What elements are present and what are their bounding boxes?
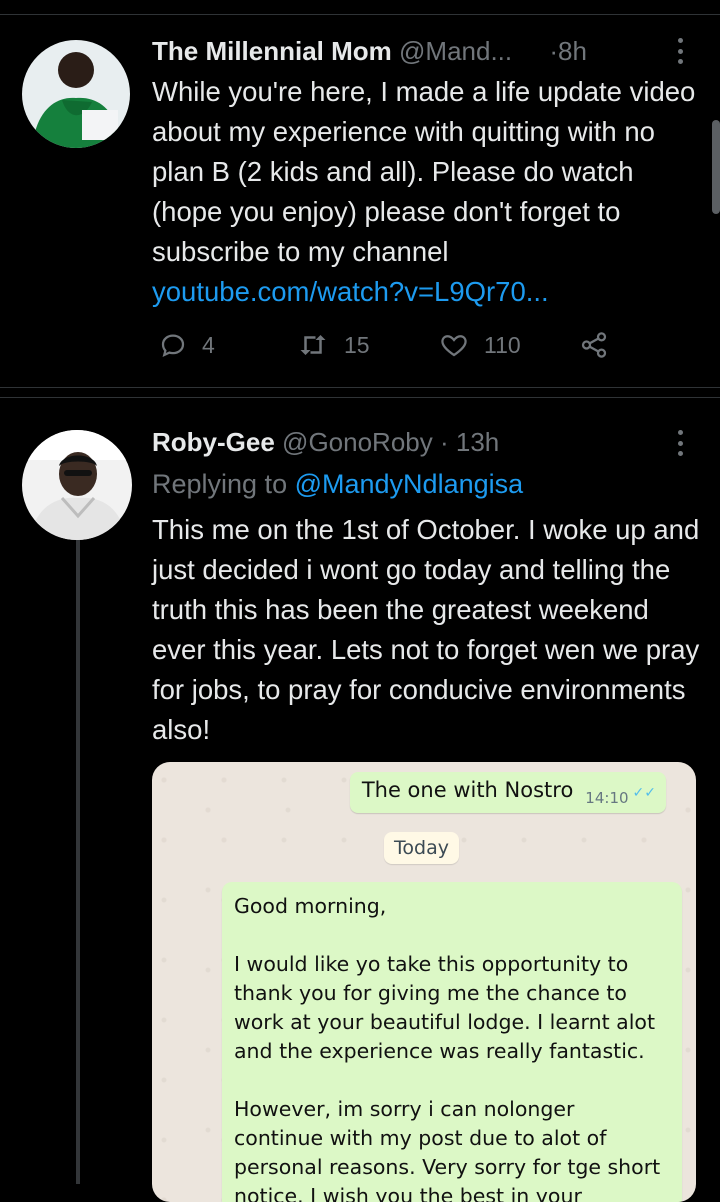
message-paragraph-1: I would like yo take this opportunity to… [234,952,655,1063]
date-chip: Today [384,832,459,864]
replying-label: Replying to [152,469,288,499]
message-time: 14:10 [585,789,629,807]
tweet-actions: 4 15 110 [158,330,638,370]
avatar[interactable] [22,430,132,540]
display-name[interactable]: The Millennial Mom [152,36,392,66]
reply-button[interactable]: 4 [158,330,215,360]
display-name[interactable]: Roby-Gee [152,427,275,457]
username[interactable]: @Mand... [399,36,512,66]
like-button[interactable]: 110 [438,330,521,360]
thread-connector [76,540,80,1184]
reply-count: 4 [202,331,215,358]
message-paragraph-2: However, im sorry i can nolonger continu… [234,1097,661,1202]
heart-icon [441,335,467,357]
username[interactable]: @GonoRoby [282,427,433,457]
message-greeting: Good morning, [234,894,387,918]
avatar[interactable] [22,40,130,148]
like-count: 110 [484,331,521,358]
reply-icon [161,334,185,358]
outgoing-message-text: The one with Nostro [361,778,574,802]
timestamp[interactable]: 13h [456,427,499,457]
double-check-icon: ✓✓ [632,785,656,801]
retweet-button[interactable]: 15 [296,330,370,360]
separator-dot: · [439,427,449,457]
replying-handle-link[interactable]: @MandyNdlangisa [295,469,524,499]
retweet-icon [300,335,326,355]
message-bubble: Good morning, I would like yo take this … [222,882,682,1202]
retweet-count: 15 [344,331,370,358]
more-options-icon[interactable] [670,430,690,456]
timestamp[interactable]: 8h [558,36,587,66]
tweet-body: While you're here, I made a life update … [152,76,696,267]
separator-dot: · [549,36,559,66]
tweet-header: Roby-Gee @GonoRoby · 13h [152,425,499,459]
share-button[interactable] [578,330,610,360]
tweet-text: While you're here, I made a life update … [152,72,702,312]
tweet-header: The Millennial Mom @Mand... ·8h [152,34,587,68]
more-options-icon[interactable] [670,38,690,64]
attached-image[interactable]: The one with Nostro 14:10 ✓✓ Today Good mo… [152,762,696,1202]
share-icon [581,332,607,358]
replying-to: Replying to @MandyNdlangisa [152,466,523,502]
tweet-text: This me on the 1st of October. I woke up… [152,514,700,745]
tweet-link[interactable]: youtube.com/watch?v=L9Qr70... [152,276,549,307]
outgoing-message-bubble: The one with Nostro 14:10 ✓✓ [349,772,666,813]
tweet-millennial-mom[interactable]: The Millennial Mom @Mand... ·8h While yo… [0,0,720,388]
